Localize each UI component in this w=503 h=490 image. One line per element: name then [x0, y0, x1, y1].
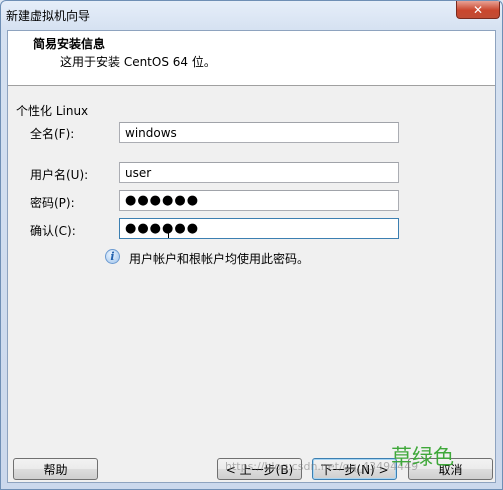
text-caret [168, 225, 169, 238]
wizard-window: 新建虚拟机向导 ✕ 简易安装信息 这用于安装 CentOS 64 位。 个性化 … [0, 0, 503, 490]
cancel-button[interactable]: 取消 [408, 458, 493, 480]
page-title: 简易安装信息 [33, 37, 106, 51]
back-button[interactable]: < 上一步(B) [217, 458, 302, 480]
password-field[interactable] [119, 190, 399, 211]
confirm-password-label: 确认(C): [30, 224, 76, 238]
username-field[interactable] [119, 162, 399, 183]
password-label: 密码(P): [30, 196, 75, 210]
page-subtitle: 这用于安装 CentOS 64 位。 [60, 55, 216, 69]
next-button[interactable]: 下一步(N) > [312, 458, 397, 480]
wizard-content: 简易安装信息 这用于安装 CentOS 64 位。 个性化 Linux 全名(F… [7, 30, 496, 483]
info-icon: i [105, 249, 120, 264]
confirm-password-field[interactable] [119, 218, 399, 239]
wizard-header: 简易安装信息 这用于安装 CentOS 64 位。 [8, 31, 495, 86]
close-button[interactable]: ✕ [456, 1, 500, 19]
info-message: 用户帐户和根帐户均使用此密码。 [129, 252, 310, 266]
full-name-field[interactable] [119, 122, 399, 143]
close-icon: ✕ [472, 2, 484, 17]
username-label: 用户名(U): [30, 168, 89, 182]
window-title: 新建虚拟机向导 [6, 9, 91, 23]
title-bar[interactable]: 新建虚拟机向导 ✕ [1, 1, 502, 29]
full-name-label: 全名(F): [30, 127, 75, 141]
personalize-linux-label: 个性化 Linux [16, 104, 89, 118]
help-button[interactable]: 帮助 [13, 458, 98, 480]
